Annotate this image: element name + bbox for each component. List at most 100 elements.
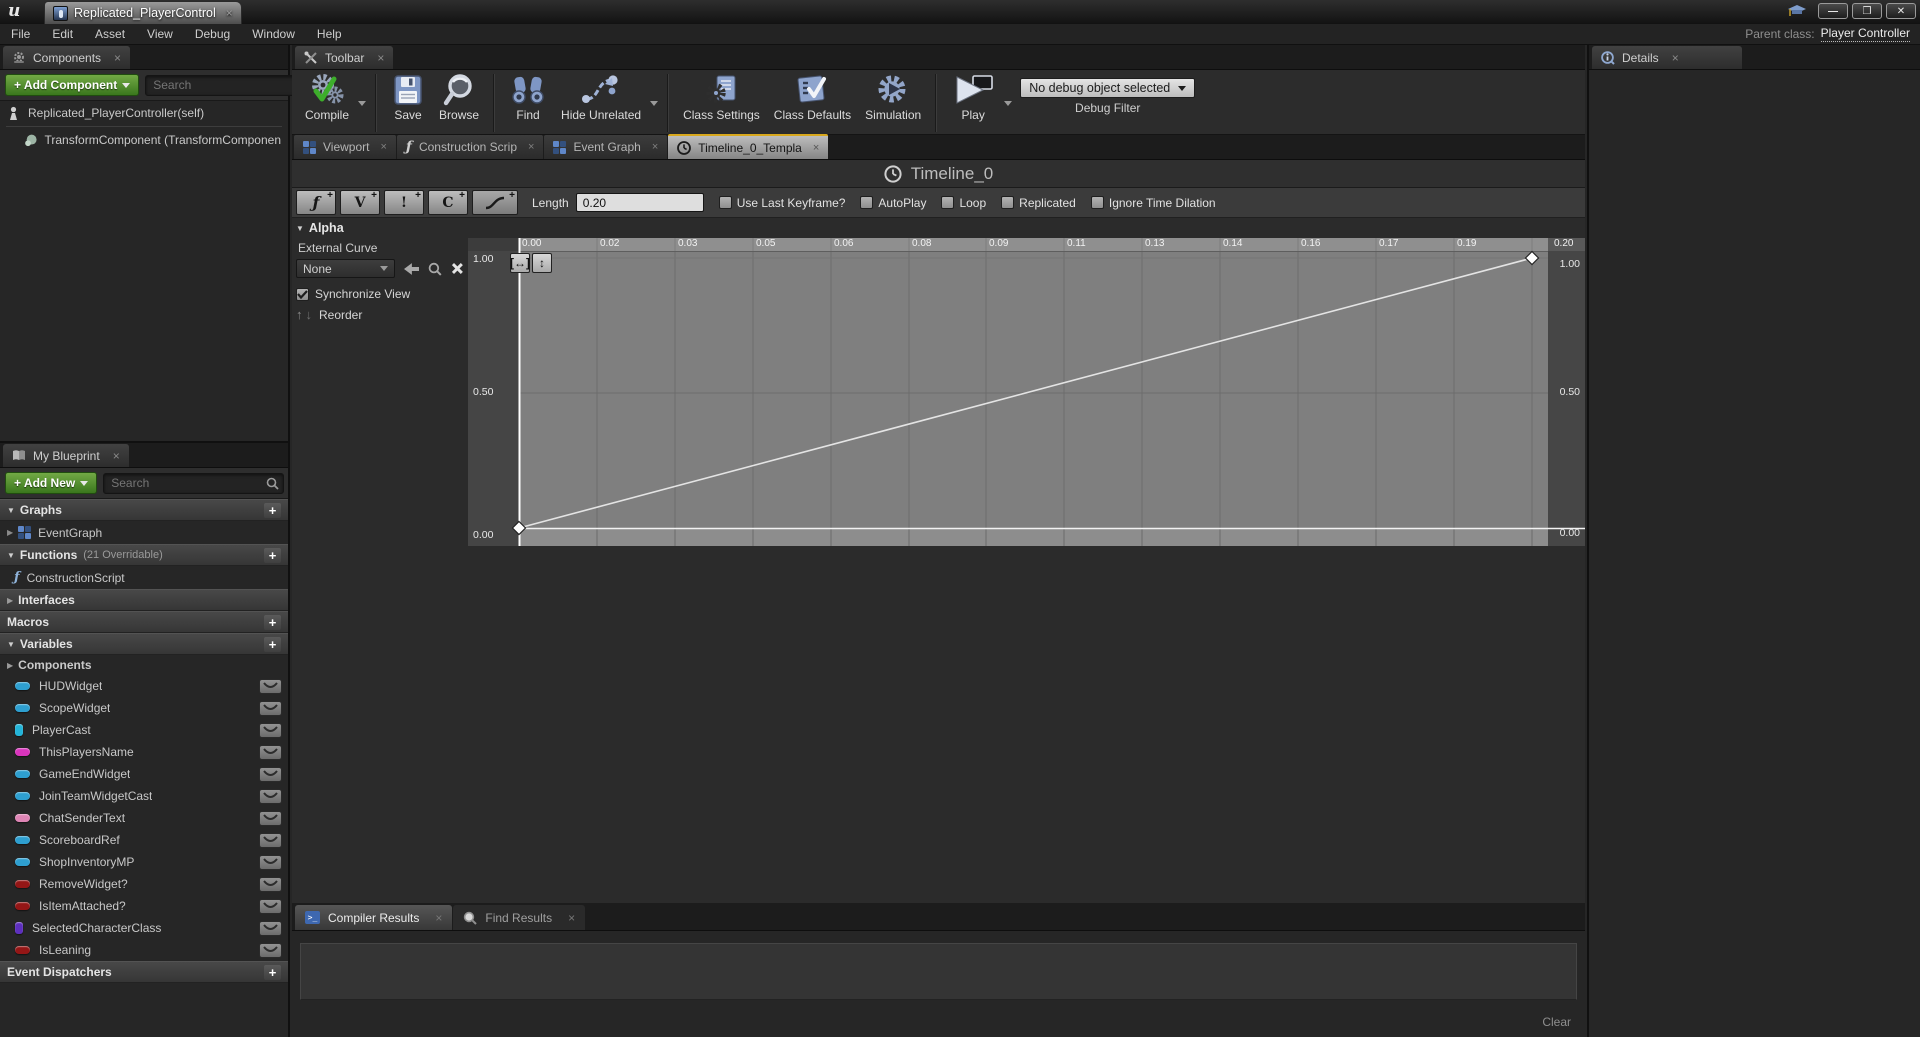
asset-tab[interactable]: Replicated_PlayerControl × — [44, 1, 242, 24]
tab-event-graph[interactable]: Event Graph × — [544, 135, 667, 159]
debug-object-dropdown[interactable]: No debug object selected — [1020, 78, 1195, 98]
close-icon[interactable]: × — [113, 449, 120, 463]
variable-row[interactable]: ThisPlayersName — [0, 741, 288, 763]
expand-triangle-icon[interactable]: ▶ — [7, 528, 13, 537]
construction-script-row[interactable]: ƒ ConstructionScript — [0, 566, 288, 589]
move-down-icon[interactable]: ↓ — [306, 307, 313, 322]
eye-closed-icon[interactable] — [259, 811, 282, 826]
browse-button[interactable]: Browse — [432, 72, 486, 123]
close-icon[interactable]: × — [1672, 51, 1679, 65]
eye-closed-icon[interactable] — [259, 723, 282, 738]
tutorial-icon[interactable] — [1788, 4, 1806, 18]
variable-row[interactable]: IsItemAttached? — [0, 895, 288, 917]
section-variables[interactable]: ▼ Variables + — [0, 633, 288, 655]
variable-row[interactable]: GameEndWidget — [0, 763, 288, 785]
eye-closed-icon[interactable] — [259, 767, 282, 782]
menu-debug[interactable]: Debug — [184, 24, 241, 44]
tab-viewport[interactable]: Viewport × — [294, 135, 396, 159]
tab-compiler-results[interactable]: >_ Compiler Results × — [295, 905, 452, 930]
variable-row[interactable]: SelectedCharacterClass — [0, 917, 288, 939]
expand-triangle-icon[interactable]: ▶ — [7, 596, 13, 605]
curve-graph[interactable]: 0.00 0.02 0.03 0.05 0.06 0.08 0.09 0.11 … — [468, 238, 1585, 546]
components-search-input[interactable] — [153, 78, 308, 92]
minimize-button[interactable]: — — [1818, 3, 1848, 19]
length-input[interactable] — [576, 193, 704, 212]
tab-toolbar[interactable]: Toolbar × — [295, 46, 393, 69]
collapse-triangle-icon[interactable]: ▼ — [7, 640, 15, 649]
tab-components[interactable]: Components × — [3, 46, 130, 69]
simulation-button[interactable]: Simulation — [858, 72, 928, 123]
add-function-button[interactable]: + — [264, 548, 281, 563]
add-graph-button[interactable]: + — [264, 503, 281, 518]
event-graph-row[interactable]: ▶ EventGraph — [0, 521, 288, 544]
collapse-triangle-icon[interactable]: ▼ — [7, 506, 15, 515]
save-button[interactable]: Save — [384, 72, 432, 123]
eye-closed-icon[interactable] — [259, 745, 282, 760]
eye-closed-icon[interactable] — [259, 899, 282, 914]
class-settings-button[interactable]: Class Settings — [676, 72, 767, 123]
parent-class-link[interactable]: Player Controller — [1821, 26, 1910, 42]
replicated-option[interactable]: Replicated — [1001, 196, 1076, 210]
play-button[interactable]: Play — [944, 72, 1002, 123]
add-float-track-button[interactable]: ƒ+ — [296, 190, 336, 215]
variable-row[interactable]: HUDWidget — [0, 675, 288, 697]
class-defaults-button[interactable]: Class Defaults — [767, 72, 858, 123]
eye-closed-icon[interactable] — [259, 679, 282, 694]
variable-row[interactable]: PlayerCast — [0, 719, 288, 741]
fit-horizontal-button[interactable]: [↔] — [510, 253, 530, 273]
add-color-track-button[interactable]: C+ — [428, 190, 468, 215]
section-graphs[interactable]: ▼ Graphs + — [0, 499, 288, 521]
curve-graph-canvas[interactable] — [468, 238, 1585, 546]
tab-construction-script[interactable]: ƒ Construction Scrip × — [397, 135, 544, 159]
synchronize-view-option[interactable]: Synchronize View — [292, 279, 468, 303]
checkbox-unchecked[interactable] — [719, 196, 732, 209]
menu-view[interactable]: View — [136, 24, 184, 44]
compile-button[interactable]: Compile — [298, 72, 356, 123]
checkbox-unchecked[interactable] — [860, 196, 873, 209]
hide-unrelated-options-dropdown[interactable] — [650, 83, 658, 123]
add-new-button[interactable]: + Add New — [5, 472, 97, 494]
my-blueprint-search-input[interactable] — [111, 476, 266, 490]
variable-row[interactable]: IsLeaning — [0, 939, 288, 961]
add-variable-button[interactable]: + — [264, 637, 281, 652]
eye-closed-icon[interactable] — [259, 921, 282, 936]
close-button[interactable]: ✕ — [1886, 3, 1916, 19]
add-event-dispatcher-button[interactable]: + — [264, 965, 281, 980]
checkbox-unchecked[interactable] — [1001, 196, 1014, 209]
variable-row[interactable]: RemoveWidget? — [0, 873, 288, 895]
checkbox-unchecked[interactable] — [941, 196, 954, 209]
checkbox-checked[interactable] — [296, 288, 309, 301]
clear-button[interactable]: Clear — [1542, 1015, 1571, 1029]
close-icon[interactable]: × — [568, 911, 575, 925]
close-icon[interactable]: × — [435, 911, 442, 925]
menu-edit[interactable]: Edit — [41, 24, 84, 44]
checkbox-unchecked[interactable] — [1091, 196, 1104, 209]
hide-unrelated-button[interactable]: Hide Unrelated — [554, 72, 648, 123]
find-button[interactable]: Find — [502, 72, 554, 123]
eye-closed-icon[interactable] — [259, 943, 282, 958]
close-icon[interactable]: × — [114, 51, 121, 65]
add-event-track-button[interactable]: !+ — [384, 190, 424, 215]
close-icon[interactable]: × — [377, 51, 384, 65]
variable-row[interactable]: ScoreboardRef — [0, 829, 288, 851]
section-event-dispatchers[interactable]: Event Dispatchers + — [0, 961, 288, 983]
collapse-triangle-icon[interactable]: ▼ — [7, 551, 15, 560]
close-icon[interactable]: × — [813, 142, 819, 154]
add-macro-button[interactable]: + — [264, 615, 281, 630]
variables-category-components[interactable]: ▶ Components — [0, 655, 288, 675]
component-row-transform[interactable]: TransformComponent (TransformComponen — [0, 128, 288, 152]
fit-vertical-button[interactable]: ↕ — [532, 253, 552, 273]
menu-help[interactable]: Help — [306, 24, 353, 44]
compile-options-dropdown[interactable] — [358, 83, 366, 123]
expand-triangle-icon[interactable]: ▶ — [7, 661, 13, 670]
tab-details[interactable]: Details × — [1592, 46, 1742, 69]
add-external-curve-button[interactable]: + — [472, 190, 518, 215]
section-functions[interactable]: ▼ Functions (21 Overridable) + — [0, 544, 288, 566]
ignore-time-dilation-option[interactable]: Ignore Time Dilation — [1091, 196, 1216, 210]
move-up-icon[interactable]: ↑ — [296, 307, 303, 322]
use-last-keyframe-option[interactable]: Use Last Keyframe? — [719, 196, 846, 210]
menu-file[interactable]: File — [0, 24, 41, 44]
eye-closed-icon[interactable] — [259, 789, 282, 804]
eye-closed-icon[interactable] — [259, 701, 282, 716]
component-row-self[interactable]: Replicated_PlayerController(self) — [0, 101, 288, 125]
